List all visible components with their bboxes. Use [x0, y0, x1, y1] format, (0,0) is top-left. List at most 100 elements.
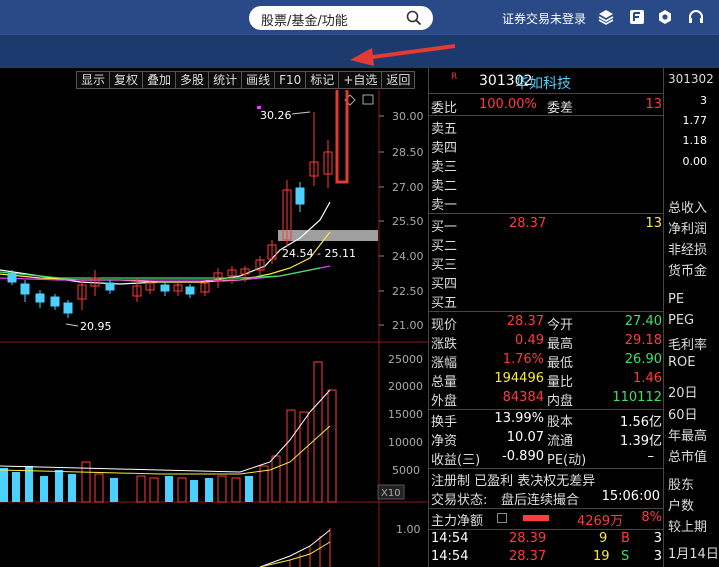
trade-status-row: 交易状态: 盘后连续撮合 15:06:00: [429, 488, 664, 508]
candlesticks: [7, 112, 333, 318]
sell-row-2: 卖二: [429, 174, 664, 194]
toolbar-overlay[interactable]: 叠加: [142, 71, 176, 89]
side-item-roe[interactable]: ROE: [668, 355, 695, 370]
inner-disk-value: 110112: [612, 390, 662, 405]
side-item-holders[interactable]: 股东: [668, 474, 694, 493]
pct-label: 涨幅: [431, 356, 458, 371]
buy-row-1: 买一 28.37 13: [429, 215, 664, 235]
buy-row-4: 买四: [429, 272, 664, 292]
side-num-4: 0.00: [682, 155, 708, 168]
side-item-vs-prev[interactable]: 较上期: [668, 516, 707, 535]
volume-value: 194496: [494, 371, 544, 386]
vol-ratio-label: 量比: [547, 375, 574, 390]
side-item-20d[interactable]: 20日: [668, 382, 698, 401]
float-value: 1.39亿: [620, 434, 662, 449]
weibi-row: 委比 100.00% 委差 13: [429, 96, 664, 116]
macd-bars: [289, 528, 331, 567]
headset-icon[interactable]: [688, 9, 704, 25]
volume-tick-5: 5000: [392, 464, 420, 477]
stat-row-change: 涨跌 0.49 最高 29.18: [429, 332, 664, 352]
side-item-pe[interactable]: PE: [668, 292, 684, 307]
side-item-revenue[interactable]: 总收入: [668, 197, 707, 216]
side-item-nonrecurring[interactable]: 非经损: [668, 239, 707, 258]
toolbar-adjust[interactable]: 复权: [109, 71, 143, 89]
price-tick-2: 28.50: [392, 146, 424, 159]
high-value: 29.18: [624, 333, 662, 348]
volume-tick-4: 10000: [388, 436, 423, 449]
weibi-label: 委比: [431, 101, 458, 116]
main-flow-bar: [523, 515, 549, 521]
weicha-label: 委差: [547, 101, 574, 116]
chart-config-icon[interactable]: [362, 94, 374, 105]
side-item-date[interactable]: 1月14日: [668, 543, 719, 562]
side-item-households[interactable]: 户数: [668, 495, 694, 514]
toolbar-add-watch[interactable]: +自选: [338, 71, 382, 89]
side-item-cash[interactable]: 货币金: [668, 260, 707, 279]
main-flow-row[interactable]: 主力净额 4269万 8%: [429, 509, 664, 529]
volume-tick-1: 25000: [388, 353, 423, 366]
sell-4-label: 卖四: [431, 141, 458, 156]
pct-value: 1.76%: [502, 352, 544, 367]
stock-name[interactable]: 华如科技: [515, 73, 571, 93]
side-item-gross-margin[interactable]: 毛利率: [668, 334, 707, 353]
toolbar-display[interactable]: 显示: [76, 71, 110, 89]
side-stock-code[interactable]: 301302: [668, 72, 714, 86]
side-num-3: 1.18: [682, 134, 708, 147]
toolbar-draw[interactable]: 画线: [241, 71, 275, 89]
price-value: 28.37: [506, 314, 544, 329]
tick-volume: 19: [593, 549, 610, 564]
sell-row-3: 卖三: [429, 155, 664, 175]
tick-side: B: [621, 531, 630, 546]
weibi-value: 100.00%: [479, 97, 537, 112]
turnover-value: 13.99%: [494, 411, 544, 426]
kline-svg: 30.00 28.50 27.00 25.50 24.00 22.50 21.0…: [0, 90, 428, 567]
buy-3-label: 买三: [431, 258, 458, 273]
side-item-market-cap[interactable]: 总市值: [668, 446, 707, 465]
price-tick-6: 22.50: [392, 285, 424, 298]
side-item-year-high[interactable]: 年最高: [668, 425, 707, 444]
layers-icon[interactable]: [598, 9, 614, 25]
price-tick-7: 21.00: [392, 319, 424, 332]
f10-side-panel: 301302 3 1.77 1.18 0.00 总收入 净利润 非经损 货币金 …: [663, 68, 719, 567]
trade-login-status[interactable]: 证券交易未登录: [502, 10, 586, 27]
tick-price: 28.37: [509, 549, 547, 564]
chart-toolbar: 显示 复权 叠加 多股 统计 画线 F10 标记 +自选 返回: [76, 71, 416, 89]
stock-flag: R: [451, 72, 458, 82]
net-asset-label: 净资: [431, 434, 458, 449]
price-tick-3: 27.00: [392, 181, 424, 194]
main-flow-value: 4269万: [577, 514, 624, 529]
net-asset-value: 10.07: [506, 430, 544, 445]
trade-time: 15:06:00: [601, 489, 660, 504]
side-item-net-profit[interactable]: 净利润: [668, 218, 707, 237]
low-label: 最低: [547, 356, 574, 371]
sell-2-label: 卖二: [431, 179, 458, 194]
weicha-value: 13: [645, 97, 662, 112]
open-value: 27.40: [624, 314, 662, 329]
settings-icon[interactable]: [657, 9, 673, 25]
toolbar-mark[interactable]: 标记: [305, 71, 339, 89]
search-input[interactable]: 股票/基金/功能: [249, 6, 433, 30]
open-label: 今开: [547, 318, 574, 333]
toolbar-multi[interactable]: 多股: [175, 71, 209, 89]
list-icon[interactable]: [497, 513, 507, 523]
toolbar-f10[interactable]: F10: [274, 71, 306, 89]
search-icon[interactable]: [405, 9, 423, 27]
toolbar-stats[interactable]: 统计: [208, 71, 242, 89]
annotation-arrow: [350, 44, 456, 66]
side-item-60d[interactable]: 60日: [668, 404, 698, 423]
side-item-peg[interactable]: PEG: [668, 313, 694, 328]
f10-icon[interactable]: [629, 9, 645, 25]
main-flow-pct: 8%: [641, 510, 662, 525]
toolbar-back[interactable]: 返回: [381, 71, 416, 89]
tick-time: 14:54: [431, 531, 469, 546]
pe-value: –: [647, 449, 655, 464]
buy-1-volume: 13: [645, 216, 662, 231]
macd-tick: 1.00: [396, 523, 421, 536]
search-placeholder: 股票/基金/功能: [261, 14, 348, 29]
buy-row-5: 买五: [429, 291, 664, 311]
sell-1-label: 卖一: [431, 198, 458, 213]
stat-row-eps: 收益(三) -0.890 PE(动) –: [429, 448, 664, 468]
outer-disk-label: 外盘: [431, 394, 458, 409]
reg-row: 注册制 已盈利 表决权无差异: [429, 469, 664, 489]
low-price-label: 20.95: [80, 320, 112, 333]
